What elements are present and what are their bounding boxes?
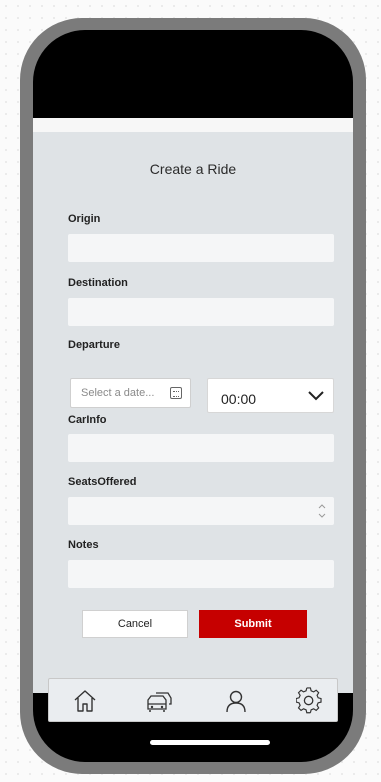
home-indicator[interactable] xyxy=(150,740,270,745)
person-icon xyxy=(226,690,246,713)
submit-button[interactable]: Submit xyxy=(199,610,307,638)
page-title: Create a Ride xyxy=(149,161,237,177)
nav-settings[interactable] xyxy=(295,687,325,715)
status-strip xyxy=(33,118,353,132)
stepper-arrows-icon[interactable] xyxy=(318,503,326,519)
nav-home[interactable] xyxy=(70,687,100,715)
nav-rides[interactable] xyxy=(144,687,174,715)
app-screen: Create a Ride Origin Destination Departu… xyxy=(33,118,353,722)
gear-icon xyxy=(296,687,322,714)
time-select[interactable]: 00:00 xyxy=(207,378,334,413)
nav-profile[interactable] xyxy=(221,687,251,715)
destination-label: Destination xyxy=(68,277,128,289)
phone-frame: Create a Ride Origin Destination Departu… xyxy=(20,18,366,774)
origin-input[interactable] xyxy=(68,234,334,262)
home-icon xyxy=(74,690,96,712)
chevron-down-icon xyxy=(308,391,324,401)
phone-bezel: Create a Ride Origin Destination Departu… xyxy=(33,30,353,762)
seats-label: SeatsOffered xyxy=(68,476,137,488)
time-value: 00:00 xyxy=(221,390,257,407)
notes-label: Notes xyxy=(68,539,99,551)
bottom-nav xyxy=(48,678,338,722)
notes-input[interactable] xyxy=(68,560,334,588)
date-placeholder: Select a date... xyxy=(81,387,155,399)
cancel-button[interactable]: Cancel xyxy=(82,610,188,638)
carinfo-label: CarInfo xyxy=(68,414,107,426)
departure-label: Departure xyxy=(68,339,120,351)
cars-icon xyxy=(147,692,172,712)
calendar-icon[interactable] xyxy=(170,387,182,399)
carinfo-input[interactable] xyxy=(68,434,334,462)
origin-label: Origin xyxy=(68,213,101,225)
seats-stepper[interactable] xyxy=(68,497,334,525)
destination-input[interactable] xyxy=(68,298,334,326)
date-picker[interactable]: Select a date... xyxy=(70,378,191,408)
